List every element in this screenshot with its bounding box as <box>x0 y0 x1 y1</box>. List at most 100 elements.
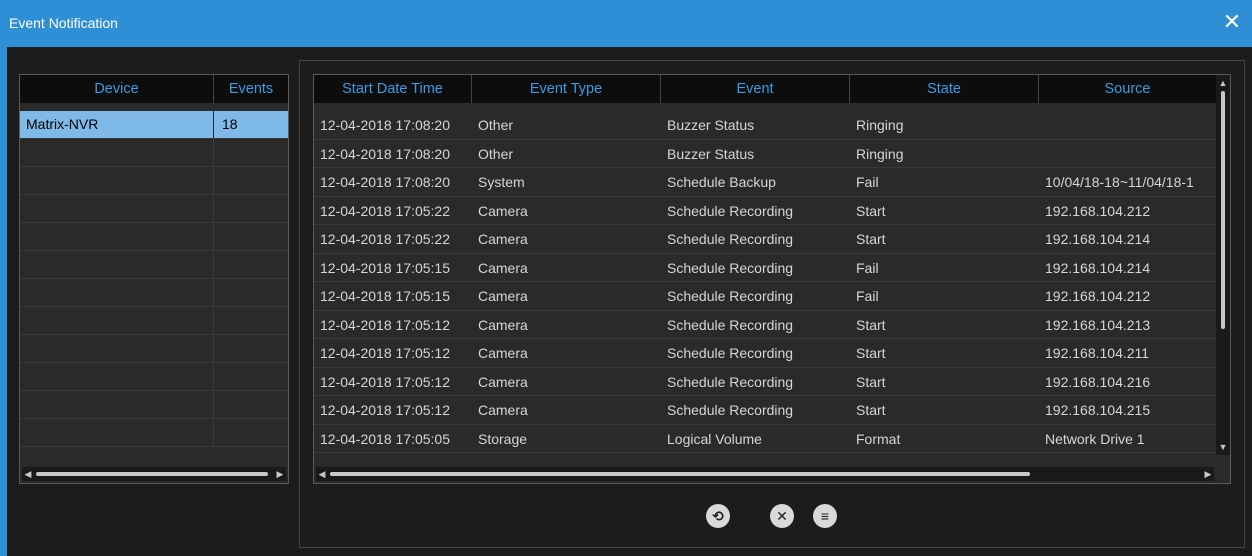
cell-event-type: Camera <box>478 373 528 390</box>
cell-source <box>1039 111 1216 139</box>
window-left-border <box>0 47 7 556</box>
column-header-events[interactable]: Events <box>214 75 288 103</box>
cell-state: Start <box>856 202 886 219</box>
vertical-scrollbar-thumb[interactable] <box>1221 91 1225 329</box>
cell-start-date-time: 12-04-2018 17:05:15 <box>320 288 450 304</box>
device-horizontal-scrollbar[interactable]: ◀ ▶ <box>22 467 286 481</box>
cell-event: Buzzer Status <box>667 117 755 133</box>
event-row[interactable]: 12-04-2018 17:08:20 Other Buzzer Status Rin… <box>314 111 1216 140</box>
event-panel: Start Date Time Event Type Event State S… <box>299 60 1245 548</box>
event-row[interactable]: 12-04-2018 17:08:20 System Schedule Backup… <box>314 168 1216 197</box>
cell-state: Ringing <box>856 145 904 162</box>
cell-start-date-time: 12-04-2018 17:05:22 <box>320 231 450 247</box>
clear-button[interactable]: ✕ <box>770 504 794 528</box>
device-cell-empty <box>214 391 288 418</box>
cell-state: Start <box>856 373 886 390</box>
device-cell-empty <box>214 335 288 362</box>
cell-event: Logical Volume <box>667 430 762 447</box>
cell-event-type: Camera <box>478 316 528 333</box>
cell-source: Network Drive 1 <box>1045 430 1145 447</box>
cell-event-type: Camera <box>478 288 528 304</box>
column-header-device[interactable]: Device <box>20 75 214 103</box>
device-list-header: Device Events <box>20 75 288 103</box>
cell-source: 192.168.104.216 <box>1045 373 1151 390</box>
clear-icon: ✕ <box>776 508 788 524</box>
event-row[interactable]: 12-04-2018 17:05:12 Camera Schedule Record… <box>314 311 1216 339</box>
scroll-down-icon[interactable]: ▼ <box>1216 441 1230 453</box>
refresh-button[interactable]: ⟲ <box>706 504 730 528</box>
cell-event-type: Camera <box>478 231 528 247</box>
cell-source: 192.168.104.212 <box>1045 202 1151 219</box>
cell-event: Schedule Recording <box>661 453 850 455</box>
cell-start-date-time: 12-04-2018 17:08:20 <box>320 174 450 190</box>
cell-event-type: Storage <box>478 430 528 447</box>
device-cell-empty <box>214 139 288 166</box>
device-row[interactable]: Matrix-NVR 18 <box>20 111 288 139</box>
device-row-empty <box>20 419 288 447</box>
event-horizontal-scrollbar[interactable]: ◀ ▶ <box>316 467 1214 481</box>
close-icon[interactable]: ✕ <box>1220 10 1244 34</box>
cell-start-date-time: 12-04-2018 17:05:12 <box>320 316 450 333</box>
cell-event-type: System <box>478 174 525 190</box>
event-row[interactable]: 12-04-2018 17:05:15 Camera Schedule Record… <box>314 254 1216 282</box>
scroll-right-icon[interactable]: ▶ <box>1202 467 1214 481</box>
event-row[interactable]: 12-04-2018 17:05:15 Camera Schedule Record… <box>314 282 1216 311</box>
scroll-left-icon[interactable]: ◀ <box>316 467 328 481</box>
cell-start-date-time: 12-04-2018 17:05:15 <box>320 259 450 276</box>
window-title: Event Notification <box>9 15 118 31</box>
event-row[interactable]: 12-04-2018 17:05:12 Camera Schedule Record… <box>314 339 1216 368</box>
column-header-event-type[interactable]: Event Type <box>472 75 661 103</box>
event-row[interactable]: 12-04-2018 17:05:12 Camera Schedule Record… <box>314 396 1216 425</box>
cell-event: Schedule Recording <box>667 202 794 219</box>
device-cell-empty <box>20 251 214 278</box>
cell-source: 192.168.104.215 <box>1039 453 1216 455</box>
column-header-state[interactable]: State <box>850 75 1039 103</box>
scroll-up-icon[interactable]: ▲ <box>1216 77 1230 89</box>
scroll-right-icon[interactable]: ▶ <box>274 467 286 481</box>
event-row[interactable]: 12-04-2018 17:05:12 Camera Schedule Record… <box>314 368 1216 396</box>
event-row[interactable]: 12-04-2018 17:05:05 Storage Logical Volume… <box>314 425 1216 453</box>
event-table-header: Start Date Time Event Type Event State S… <box>314 75 1216 103</box>
event-vertical-scrollbar[interactable]: ▲ ▼ <box>1216 75 1230 455</box>
cell-start-date-time: 12-04-2018 17:05:12 <box>320 345 450 361</box>
scrollbar-thumb[interactable] <box>330 472 1030 476</box>
event-row[interactable]: 12-04-2018 17:05:22 Camera Schedule Record… <box>314 197 1216 225</box>
cell-event-type: Camera <box>478 202 528 219</box>
cell-event-type: Other <box>478 145 514 162</box>
cell-event-type: Camera <box>478 345 528 361</box>
cell-state: Start <box>856 316 886 333</box>
cell-state: Start <box>856 402 886 418</box>
event-row[interactable]: 12-04-2018 17:08:20 Other Buzzer Status Rin… <box>314 140 1216 168</box>
cell-state: Fail <box>850 453 1039 455</box>
device-cell-empty <box>214 363 288 390</box>
cell-start-date-time: 12-04-2018 17:08:20 <box>320 117 450 133</box>
cell-source: 192.168.104.214 <box>1045 259 1151 276</box>
cell-start-date-time: 12-04-2018 17:05:12 <box>320 373 450 390</box>
device-row-empty <box>20 139 288 167</box>
device-row-empty <box>20 307 288 335</box>
cell-start-date-time: 12-04-2018 17:05:01 <box>314 453 472 455</box>
cell-source: 10/04/18-18~11/04/18-1 <box>1045 174 1194 190</box>
cell-state: Fail <box>856 174 879 190</box>
cell-event: Schedule Recording <box>667 231 794 247</box>
device-cell-empty <box>214 251 288 278</box>
device-cell-empty <box>20 391 214 418</box>
cell-event: Schedule Recording <box>667 373 794 390</box>
clear-all-button[interactable]: ≡ <box>813 504 837 528</box>
scrollbar-thumb[interactable] <box>36 472 268 476</box>
action-buttons: ⟲ ✕ ≡ <box>300 504 1246 532</box>
cell-start-date-time: 12-04-2018 17:05:12 <box>320 402 450 418</box>
cell-state: Fail <box>856 259 879 276</box>
cell-event-type: Camera <box>478 402 528 418</box>
cell-source: 192.168.104.215 <box>1045 402 1151 418</box>
column-header-source[interactable]: Source <box>1039 75 1216 103</box>
device-cell-empty <box>20 167 214 194</box>
event-row[interactable]: 12-04-2018 17:05:01CameraSchedule Record… <box>314 453 1216 455</box>
event-row[interactable]: 12-04-2018 17:05:22 Camera Schedule Record… <box>314 225 1216 254</box>
cell-state: Start <box>856 231 886 247</box>
device-row-empty <box>20 391 288 419</box>
cell-state: Format <box>856 430 901 447</box>
column-header-start-date-time[interactable]: Start Date Time <box>314 75 472 103</box>
column-header-event[interactable]: Event <box>661 75 850 103</box>
scroll-left-icon[interactable]: ◀ <box>22 467 34 481</box>
